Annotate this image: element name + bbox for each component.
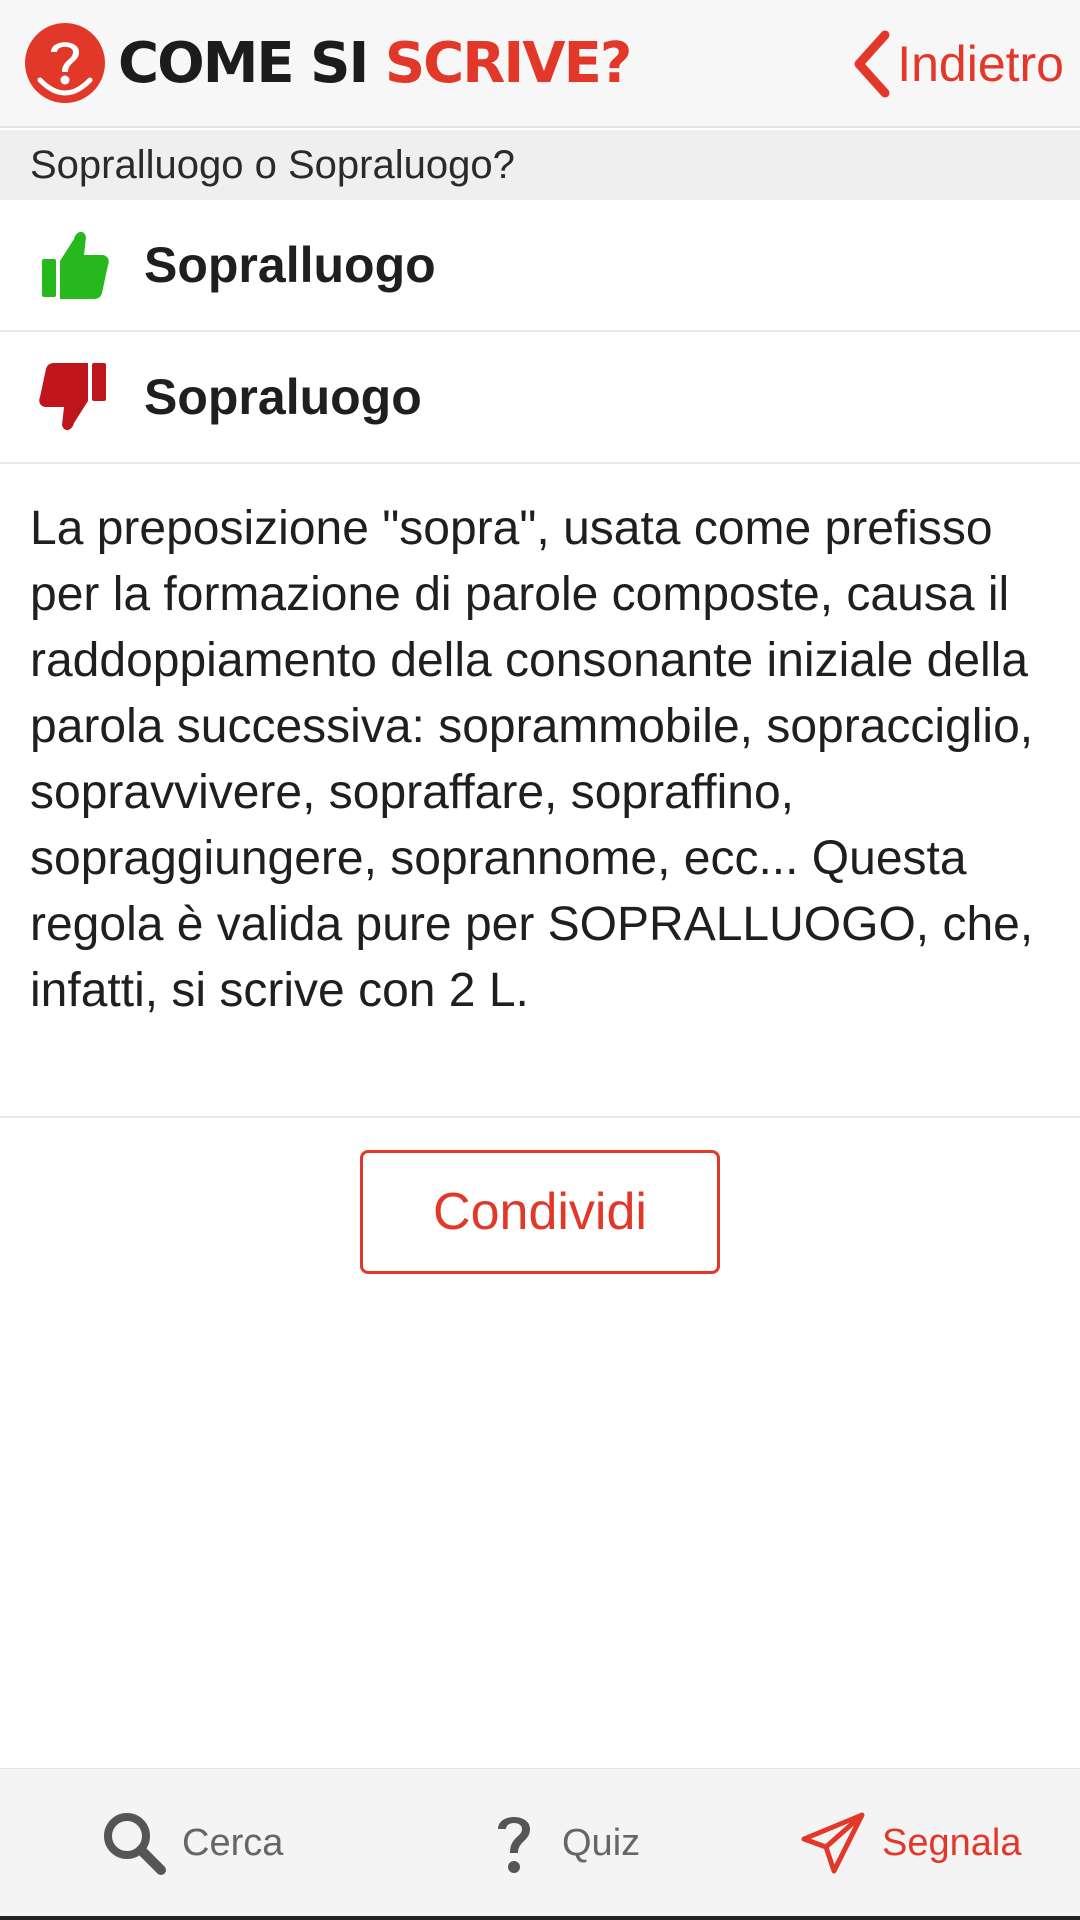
correct-spelling: Sopralluogo [144,237,436,293]
question-title: Sopralluogo o Sopraluogo? [0,130,1080,200]
back-button-label: Indietro [897,36,1064,92]
nav-report[interactable]: Segnala [800,1769,1021,1917]
correct-spelling-row: Sopralluogo [0,200,1080,332]
divider [0,1116,1080,1118]
logo-text-dark: COME SI [118,31,385,96]
thumbs-down-icon [39,363,106,431]
question-circle-icon [25,23,105,103]
app-screen: COME SI SCRIVE? Indietro Sopralluogo o S… [0,0,1080,1920]
app-header: COME SI SCRIVE? Indietro [0,0,1080,128]
nav-quiz[interactable]: Quiz [480,1769,640,1917]
nav-search[interactable]: Cerca [100,1769,283,1917]
nav-quiz-label: Quiz [562,1821,641,1864]
logo-text-red: SCRIVE? [384,31,632,96]
bottom-nav: Cerca Quiz Segnala [0,1768,1080,1916]
thumbs-up-icon [42,231,109,299]
bottom-edge [0,1916,1080,1920]
wrong-spelling-row: Sopraluogo [0,332,1080,464]
share-button[interactable]: Condividi [360,1150,720,1274]
nav-search-label: Cerca [182,1821,284,1864]
app-logo-text: COME SI SCRIVE? [118,30,632,98]
chevron-left-icon [854,30,890,98]
question-mark-icon [498,1817,530,1873]
nav-report-label: Segnala [882,1821,1022,1864]
wrong-spelling: Sopraluogo [144,369,422,425]
explanation-text: La preposizione "sopra", usata come pref… [30,502,1034,1017]
search-icon [104,1813,166,1875]
paper-plane-icon [801,1812,865,1874]
share-button-label: Condividi [433,1183,647,1241]
back-button[interactable]: Indietro [849,26,1064,102]
